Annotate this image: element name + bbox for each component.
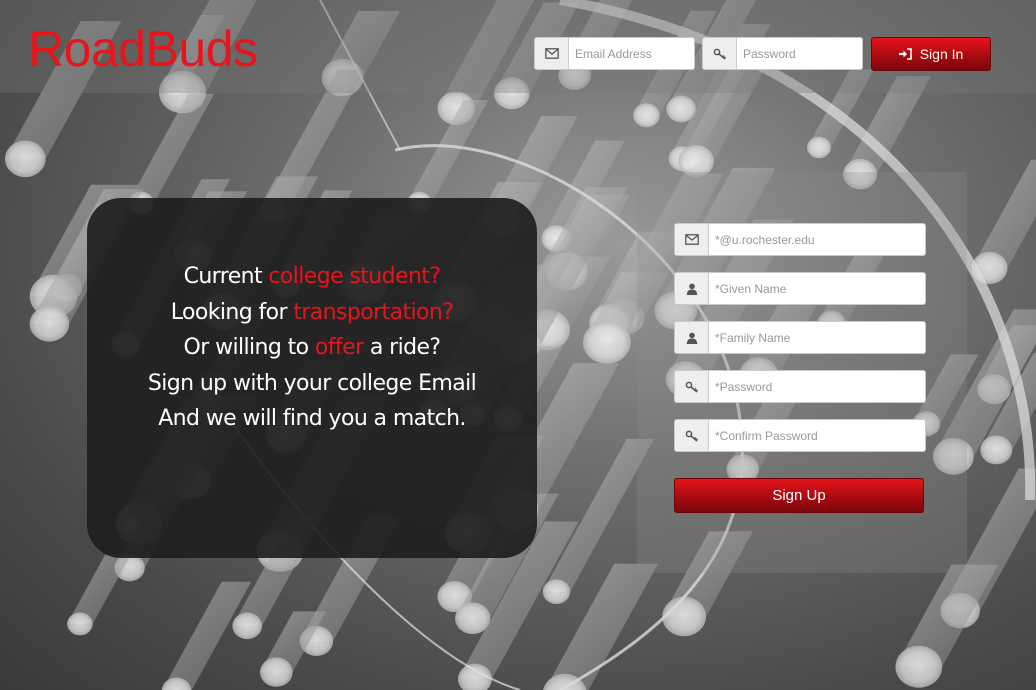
- envelope-icon: [535, 38, 569, 69]
- header-password-input[interactable]: [737, 38, 862, 69]
- confirm-password-input[interactable]: [709, 420, 925, 451]
- sign-in-label: Sign In: [919, 46, 964, 62]
- signup-password-input[interactable]: [709, 371, 925, 402]
- family-name-group: [674, 321, 926, 354]
- sign-up-button[interactable]: Sign Up: [674, 478, 924, 513]
- message-line-2: Looking for transportation?: [170, 299, 454, 325]
- header-password-group: [702, 37, 863, 70]
- family-name-input[interactable]: [709, 322, 925, 353]
- envelope-icon: [675, 224, 709, 255]
- signup-password-group: [674, 370, 926, 403]
- key-icon: [675, 420, 709, 451]
- given-name-input[interactable]: [709, 273, 925, 304]
- message-line-1: Current college student?: [183, 264, 441, 290]
- message-line-3: Or willing to offer a ride?: [183, 335, 442, 361]
- user-icon: [675, 273, 709, 304]
- given-name-group: [674, 272, 926, 305]
- sign-in-button[interactable]: Sign In: [871, 37, 991, 71]
- key-icon: [675, 371, 709, 402]
- header-email-group: [534, 37, 695, 70]
- sign-up-label: Sign Up: [772, 487, 826, 504]
- page: RoadBuds Sign In Current college student…: [0, 0, 1036, 690]
- brand-logo[interactable]: RoadBuds: [28, 20, 258, 78]
- sign-in-icon: [898, 48, 912, 60]
- message-line-4: Sign up with your college Email: [147, 370, 477, 396]
- signup-email-group: [674, 223, 926, 256]
- confirm-password-group: [674, 419, 926, 452]
- key-icon: [703, 38, 737, 69]
- signup-email-input[interactable]: [709, 224, 925, 255]
- message-line-5: And we will find you a match.: [158, 406, 466, 432]
- header-email-input[interactable]: [569, 38, 694, 69]
- user-icon: [675, 322, 709, 353]
- message-card: Current college student? Looking for tra…: [87, 198, 537, 558]
